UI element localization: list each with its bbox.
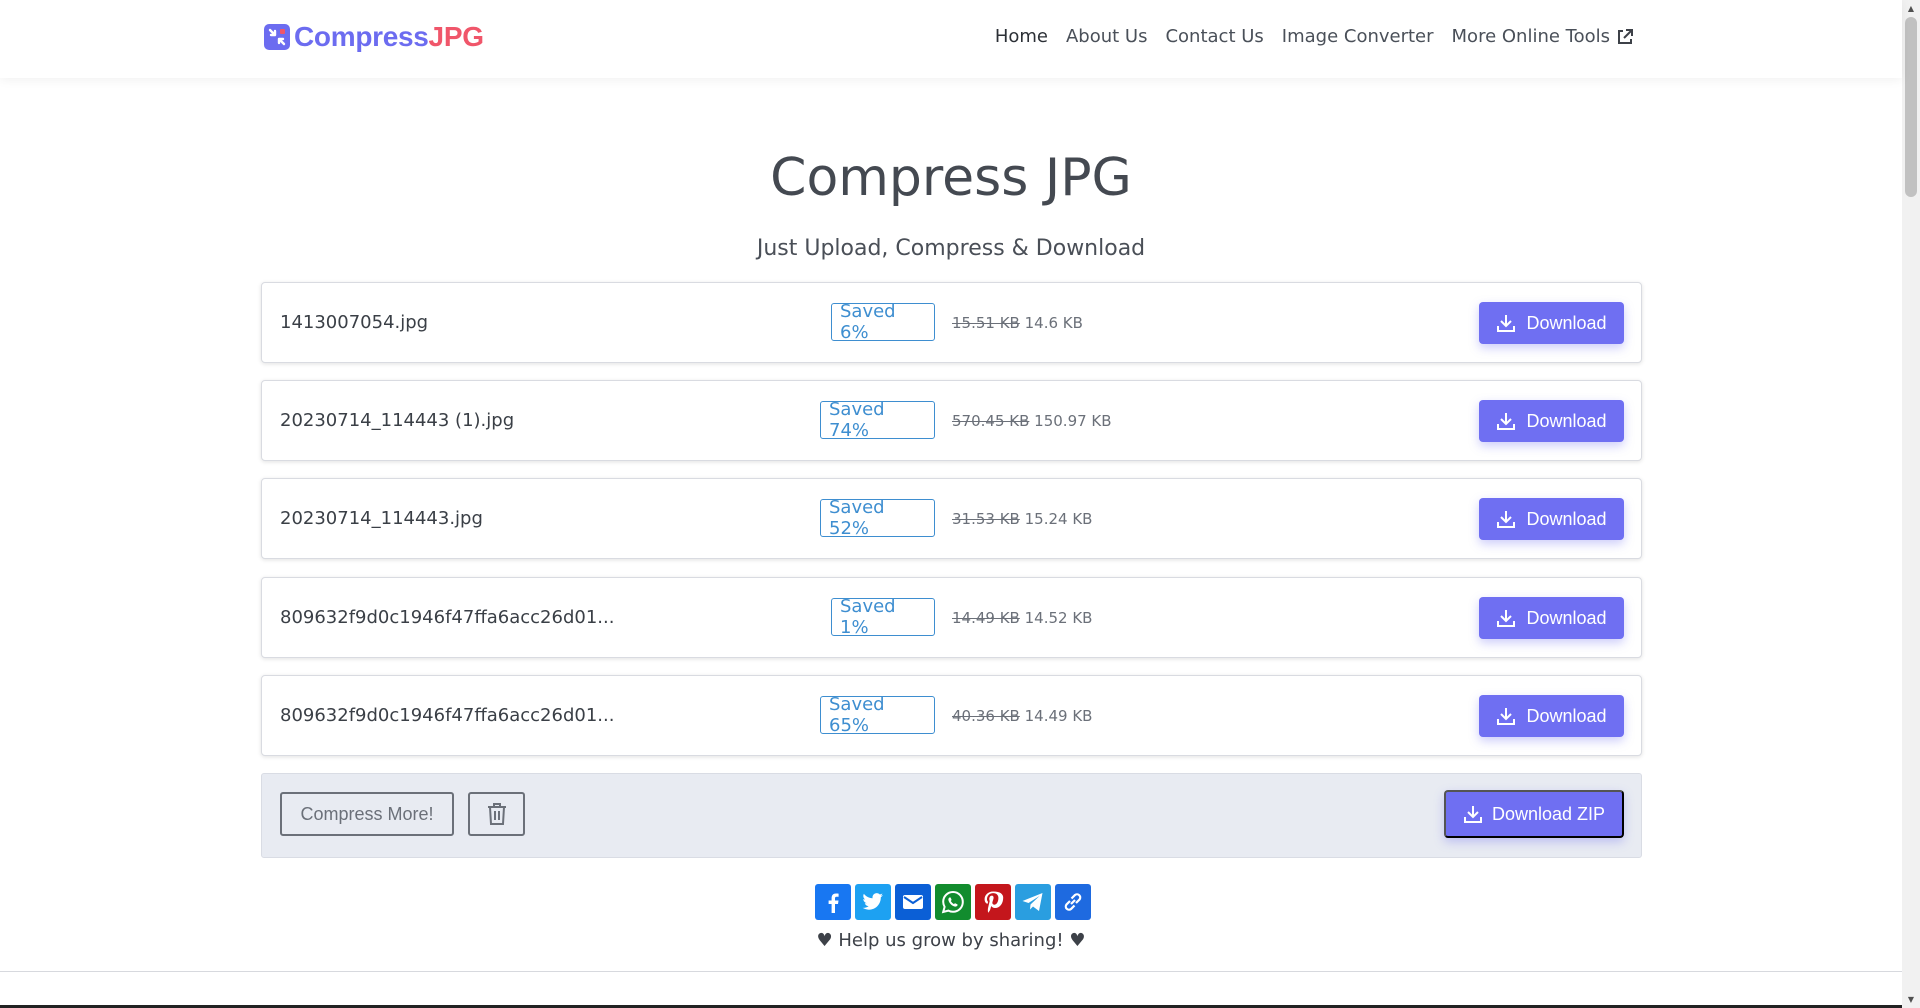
share-message-text: Help us grow by sharing! [838, 930, 1064, 951]
download-zip-button[interactable]: Download ZIP [1444, 790, 1624, 838]
share-email-button[interactable] [895, 884, 931, 920]
share-telegram-button[interactable] [1015, 884, 1051, 920]
saved-badge: Saved 74% [820, 399, 935, 441]
clear-all-button[interactable] [468, 792, 525, 836]
file-sizes: 40.36 KB 14.49 KB [952, 707, 1092, 725]
nav-more-online-tools[interactable]: More Online Tools [1452, 26, 1634, 47]
file-name: 20230714_114443.jpg [280, 508, 483, 529]
twitter-icon [862, 893, 883, 910]
file-row: 20230714_114443 (1).jpg Saved 74% 570.45… [261, 380, 1642, 461]
download-button-label: Download [1526, 705, 1607, 726]
trash-icon [487, 803, 506, 825]
file-sizes: 31.53 KB 15.24 KB [952, 510, 1092, 528]
file-name: 809632f9d0c1946f47ffa6acc26d01... [280, 607, 615, 628]
file-name: 20230714_114443 (1).jpg [280, 410, 515, 431]
compress-logo-icon [264, 24, 290, 50]
share-twitter-button[interactable] [855, 884, 891, 920]
brand-logo[interactable]: CompressJPG [264, 21, 484, 53]
facebook-icon [828, 893, 839, 913]
actions-bar: Compress More! Download ZIP [261, 773, 1642, 858]
saved-badge: Saved 65% [820, 694, 935, 736]
download-icon [1497, 610, 1516, 627]
download-button-label: Download [1526, 410, 1607, 431]
download-icon [1497, 315, 1516, 332]
download-button[interactable]: Download [1479, 498, 1624, 540]
nav-home[interactable]: Home [995, 26, 1048, 47]
share-buttons [815, 884, 1091, 920]
compressed-size: 14.6 KB [1024, 314, 1083, 332]
brand-part-jpg: JPG [428, 21, 484, 52]
saved-badge: Saved 1% [831, 596, 935, 638]
share-facebook-button[interactable] [815, 884, 851, 920]
compressed-size: 15.24 KB [1024, 510, 1093, 528]
compressed-size: 14.49 KB [1024, 707, 1093, 725]
brand-part-compress: Compress [294, 21, 429, 52]
page-title: Compress JPG [770, 148, 1132, 208]
scrollbar-thumb[interactable] [1905, 17, 1917, 197]
download-icon [1497, 413, 1516, 430]
download-button-label: Download [1526, 312, 1607, 333]
page-subtitle: Just Upload, Compress & Download [756, 236, 1146, 261]
original-size: 31.53 KB [952, 510, 1020, 528]
file-sizes: 570.45 KB 150.97 KB [952, 412, 1112, 430]
download-button-label: Download [1526, 508, 1607, 529]
original-size: 40.36 KB [952, 707, 1020, 725]
vertical-scrollbar[interactable]: ▲ ▼ [1902, 0, 1920, 1008]
share-copy-link-button[interactable] [1055, 884, 1091, 920]
download-button-label: Download [1526, 607, 1607, 628]
brand-name: CompressJPG [294, 21, 484, 53]
navbar: CompressJPG Home About Us Contact Us Ima… [0, 0, 1902, 78]
telegram-icon [1022, 893, 1043, 911]
share-message: ♥ Help us grow by sharing! ♥ [0, 930, 1902, 951]
download-zip-label: Download ZIP [1491, 803, 1606, 824]
download-button[interactable]: Download [1479, 597, 1624, 639]
original-size: 14.49 KB [952, 609, 1020, 627]
nav-contact-us[interactable]: Contact Us [1165, 26, 1263, 47]
heart-icon: ♥ [816, 930, 833, 951]
download-icon [1497, 511, 1516, 528]
file-name: 809632f9d0c1946f47ffa6acc26d01... [280, 705, 615, 726]
saved-badge: Saved 52% [820, 497, 935, 539]
file-row: 1413007054.jpg Saved 6% 15.51 KB 14.6 KB… [261, 282, 1642, 363]
download-button[interactable]: Download [1479, 302, 1624, 344]
file-name: 1413007054.jpg [280, 312, 429, 333]
file-row: 20230714_114443.jpg Saved 52% 31.53 KB 1… [261, 478, 1642, 559]
compress-more-button[interactable]: Compress More! [280, 792, 454, 836]
footer-divider [0, 971, 1902, 972]
download-button[interactable]: Download [1479, 695, 1624, 737]
email-icon [903, 895, 923, 909]
whatsapp-icon [941, 890, 964, 914]
nav-image-converter[interactable]: Image Converter [1282, 26, 1434, 47]
file-row: 809632f9d0c1946f47ffa6acc26d01... Saved … [261, 577, 1642, 658]
file-row: 809632f9d0c1946f47ffa6acc26d01... Saved … [261, 675, 1642, 756]
heart-icon: ♥ [1069, 930, 1086, 951]
scroll-up-arrow-icon[interactable]: ▲ [1902, 0, 1920, 17]
saved-badge: Saved 6% [831, 301, 935, 343]
download-icon [1497, 708, 1516, 725]
file-sizes: 14.49 KB 14.52 KB [952, 609, 1092, 627]
link-icon [1064, 893, 1082, 911]
compressed-size: 14.52 KB [1024, 609, 1093, 627]
share-pinterest-button[interactable] [975, 884, 1011, 920]
compressed-size: 150.97 KB [1034, 412, 1112, 430]
main-nav: Home About Us Contact Us Image Converter… [995, 26, 1634, 47]
download-button[interactable]: Download [1479, 400, 1624, 442]
nav-more-online-tools-label: More Online Tools [1451, 26, 1610, 47]
scroll-down-arrow-icon[interactable]: ▼ [1902, 991, 1920, 1008]
share-whatsapp-button[interactable] [935, 884, 971, 920]
external-link-icon [1618, 28, 1633, 44]
file-sizes: 15.51 KB 14.6 KB [952, 314, 1083, 332]
original-size: 15.51 KB [952, 314, 1020, 332]
original-size: 570.45 KB [952, 412, 1030, 430]
pinterest-icon [984, 891, 1004, 913]
nav-about-us[interactable]: About Us [1066, 26, 1148, 47]
download-icon [1463, 806, 1482, 823]
